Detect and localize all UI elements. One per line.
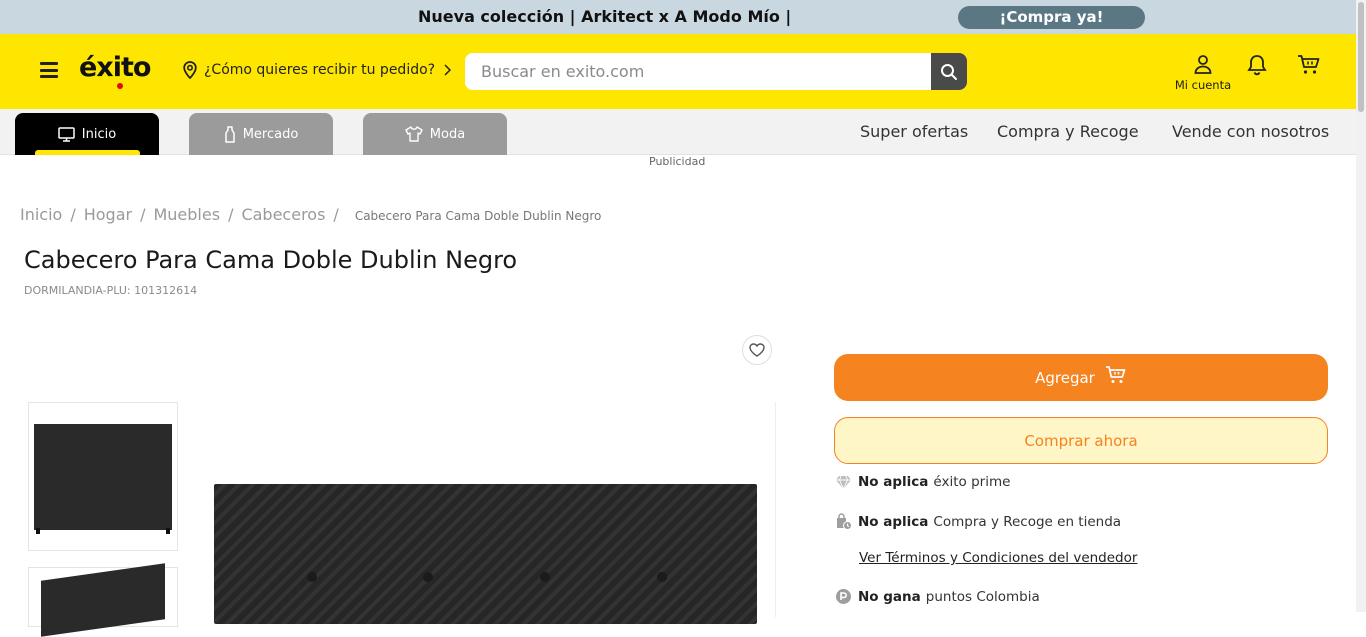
search-icon <box>941 63 957 80</box>
logo-dot <box>117 83 123 89</box>
heart-icon <box>749 343 765 357</box>
breadcrumb-current: Cabecero Para Cama Doble Dublin Negro <box>354 209 602 223</box>
nav-link-compra-y-recoge[interactable]: Compra y Recoge <box>997 122 1139 141</box>
breadcrumb-separator: / <box>333 205 339 224</box>
breadcrumb-separator: / <box>228 205 234 224</box>
ad-label: Publicidad <box>649 155 706 168</box>
nav-link-vende-con-nosotros[interactable]: Vende con nosotros <box>1172 122 1329 141</box>
tab-mercado-label: Mercado <box>242 126 299 142</box>
breadcrumb-item-hogar[interactable]: Hogar <box>84 205 132 224</box>
user-icon <box>1194 55 1212 74</box>
account-button[interactable]: Mi cuenta <box>1170 54 1236 92</box>
puntos-colombia-icon <box>836 589 851 604</box>
thumbnail-image <box>41 563 165 637</box>
scrollbar-thumb[interactable] <box>1358 2 1364 112</box>
shirt-icon <box>405 126 423 142</box>
product-thumbnail[interactable] <box>28 563 178 637</box>
chevron-right-icon <box>444 64 452 76</box>
nav-link-super-ofertas[interactable]: Super ofertas <box>860 122 968 141</box>
cart-icon <box>1105 365 1126 383</box>
store-pickup-icon <box>837 513 852 530</box>
buy-now-button[interactable]: Comprar ahora <box>834 417 1328 464</box>
active-tab-indicator <box>35 150 140 155</box>
location-prompt: ¿Cómo quieres recibir tu pedido? <box>204 62 436 78</box>
breadcrumb-item-muebles[interactable]: Muebles <box>153 205 220 224</box>
logo-text: éxito <box>79 52 151 83</box>
prime-status: No aplica <box>858 474 929 490</box>
product-thumbnail[interactable] <box>28 402 178 551</box>
thumbnail-image <box>34 424 172 534</box>
product-plu: DORMILANDIA-PLU: 101312614 <box>24 284 198 297</box>
seller-terms-link[interactable]: Ver Términos y Condiciones del vendedor <box>859 550 1137 566</box>
buy-now-label: Comprar ahora <box>1024 431 1138 450</box>
cart-button[interactable] <box>1297 54 1321 80</box>
prime-text: éxito prime <box>933 474 1011 490</box>
breadcrumb: Inicio / Hogar / Muebles / Cabeceros / C… <box>20 205 601 224</box>
pickup-text: Compra y Recoge en tienda <box>933 513 1122 530</box>
tab-inicio[interactable]: Inicio <box>15 113 159 155</box>
exito-logo[interactable]: éxito <box>79 52 151 89</box>
breadcrumb-separator: / <box>140 205 146 224</box>
promo-bar: Nueva colección | Arkitect x A Modo Mío … <box>0 0 1356 34</box>
add-to-cart-label: Agregar <box>1035 368 1095 387</box>
pickup-status: No aplica <box>858 513 929 530</box>
tab-moda-label: Moda <box>429 126 466 142</box>
favorite-button[interactable] <box>742 335 772 365</box>
account-label: Mi cuenta <box>1174 78 1232 92</box>
pickup-info: No aplica Compra y Recoge en tienda <box>835 513 1121 530</box>
points-info: No gana puntos Colombia <box>835 588 1040 605</box>
product-title: Cabecero Para Cama Doble Dublin Negro <box>24 246 518 274</box>
search-button[interactable] <box>931 53 967 90</box>
points-status: No gana <box>858 588 921 605</box>
tab-mercado[interactable]: Mercado <box>189 113 333 155</box>
promo-cta-button[interactable]: ¡Compra ya! <box>958 6 1145 29</box>
notifications-button[interactable] <box>1246 54 1268 80</box>
prime-info: No aplica éxito prime <box>835 474 1010 490</box>
add-to-cart-button[interactable]: Agregar <box>834 354 1328 401</box>
main-product-image[interactable] <box>214 484 757 624</box>
menu-icon[interactable] <box>40 62 58 78</box>
tab-moda[interactable]: Moda <box>363 113 507 155</box>
search-input[interactable] <box>465 53 931 90</box>
points-text: puntos Colombia <box>925 588 1040 605</box>
search-bar <box>465 53 967 90</box>
promo-text: Nueva colección | Arkitect x A Modo Mío … <box>418 7 792 26</box>
delivery-location-selector[interactable]: ¿Cómo quieres recibir tu pedido? <box>182 61 457 79</box>
breadcrumb-item-inicio[interactable]: Inicio <box>20 205 62 224</box>
cart-icon <box>1298 55 1320 74</box>
location-pin-icon <box>183 61 197 79</box>
breadcrumb-separator: / <box>70 205 76 224</box>
monitor-icon <box>58 126 75 142</box>
tab-inicio-label: Inicio <box>81 126 117 142</box>
diamond-icon <box>836 475 851 490</box>
bell-icon <box>1247 55 1267 76</box>
breadcrumb-item-cabeceros[interactable]: Cabeceros <box>241 205 325 224</box>
bottle-icon <box>224 125 235 143</box>
